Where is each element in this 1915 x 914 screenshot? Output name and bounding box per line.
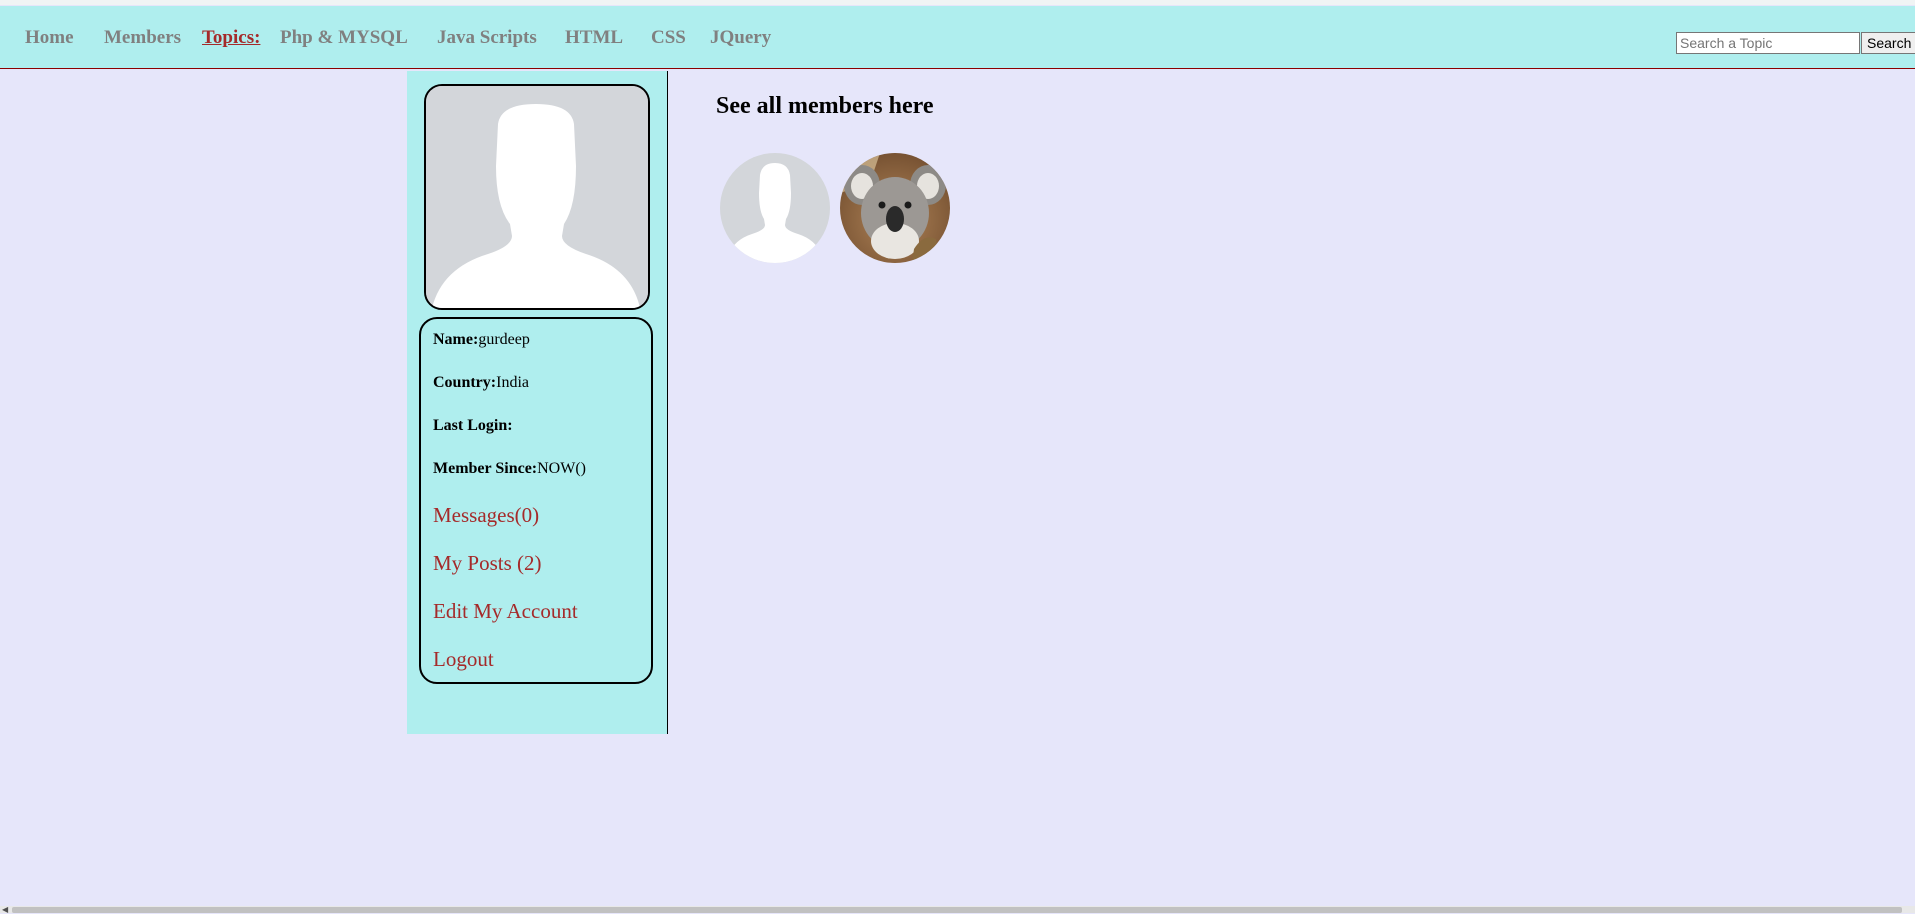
koala-photo: [840, 153, 950, 263]
profile-last-login-row: Last Login:: [433, 417, 513, 435]
nav-html-link[interactable]: HTML: [565, 27, 623, 49]
search-button[interactable]: Search: [1861, 32, 1915, 54]
member-avatar-default[interactable]: [720, 153, 830, 263]
messages-link[interactable]: Messages(0): [433, 503, 539, 528]
scrollbar-thumb[interactable]: [12, 907, 1902, 913]
profile-sidebar: Name:gurdeep Country:India Last Login: M…: [407, 71, 668, 734]
default-user-silhouette-icon: [720, 153, 830, 263]
nav-jquery-link[interactable]: JQuery: [710, 27, 771, 49]
profile-name-label: Name:: [433, 331, 479, 348]
search-input[interactable]: [1676, 32, 1860, 54]
nav-css-link[interactable]: CSS: [651, 27, 686, 49]
horizontal-scrollbar[interactable]: ◀: [0, 906, 1915, 914]
top-navbar: Home Members Topics: Php & MYSQL Java Sc…: [0, 6, 1915, 69]
browser-top-strip: [0, 0, 1915, 5]
profile-country-row: Country:India: [433, 374, 529, 392]
nav-members-link[interactable]: Members: [104, 27, 181, 49]
profile-country-label: Country:: [433, 374, 497, 391]
default-user-silhouette-icon: [426, 86, 648, 308]
edit-account-link[interactable]: Edit My Account: [433, 599, 578, 624]
profile-member-since-row: Member Since:NOW(): [433, 460, 586, 478]
logout-link[interactable]: Logout: [433, 647, 494, 672]
nav-php-mysql-link[interactable]: Php & MYSQL: [280, 27, 408, 49]
my-posts-link[interactable]: My Posts (2): [433, 551, 542, 576]
profile-country-value: India: [496, 374, 529, 391]
members-heading: See all members here: [716, 93, 934, 119]
profile-info-box: Name:gurdeep Country:India Last Login: M…: [419, 317, 653, 684]
nav-javascripts-link[interactable]: Java Scripts: [437, 27, 537, 49]
scroll-left-arrow-icon[interactable]: ◀: [2, 906, 8, 914]
profile-member-since-label: Member Since:: [433, 460, 538, 477]
nav-home-link[interactable]: Home: [25, 27, 74, 49]
profile-member-since-value: NOW(): [537, 460, 586, 477]
profile-last-login-label: Last Login:: [433, 417, 513, 434]
member-avatar-koala[interactable]: [840, 153, 950, 263]
nav-topics-link[interactable]: Topics:: [202, 27, 260, 49]
profile-name-row: Name:gurdeep: [433, 331, 530, 349]
profile-name-value: gurdeep: [478, 331, 530, 348]
profile-avatar: [424, 84, 650, 310]
